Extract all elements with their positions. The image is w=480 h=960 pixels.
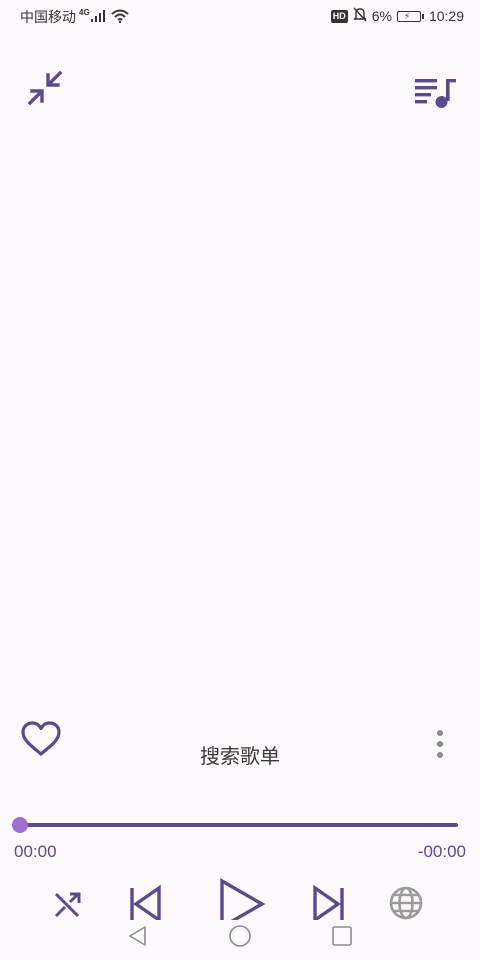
- seek-track: [20, 823, 458, 827]
- charging-bolt-icon: ⚡: [403, 10, 411, 21]
- status-right: HD 6% ⚡ 10:29: [326, 7, 464, 25]
- queue-button[interactable]: [411, 67, 459, 115]
- track-info-row: 搜索歌单: [0, 710, 480, 774]
- status-left: 中国移动 4G: [20, 7, 129, 27]
- elapsed-time: 00:00: [14, 842, 57, 861]
- playlist-music-icon: [415, 79, 456, 108]
- carrier-name: 中国移动: [20, 9, 76, 25]
- nav-home-button[interactable]: [224, 920, 256, 952]
- more-options-button[interactable]: [425, 726, 455, 762]
- nav-back-button[interactable]: [122, 920, 154, 952]
- wifi-icon: [111, 9, 129, 26]
- battery-percent: 6%: [371, 8, 392, 24]
- home-circle-icon: [229, 925, 251, 947]
- battery-icon: ⚡: [396, 10, 424, 22]
- remaining-time: -00:00: [417, 842, 466, 861]
- status-bar: 中国移动 4G HD 6% ⚡ 10:29: [0, 0, 480, 34]
- bell-off-icon: [353, 7, 367, 25]
- recent-square-icon: [332, 926, 352, 946]
- track-title: 搜索歌单: [200, 746, 280, 768]
- back-triangle-icon: [129, 926, 146, 946]
- system-nav-bar: [0, 912, 480, 960]
- heart-outline-icon: [21, 721, 61, 756]
- collapse-arrows-icon: [27, 70, 63, 106]
- seek-thumb[interactable]: [12, 817, 28, 833]
- signal-icon: [90, 9, 105, 25]
- collapse-player-button[interactable]: [21, 64, 69, 112]
- seek-bar[interactable]: [12, 815, 458, 835]
- network-type: 4G: [79, 7, 90, 17]
- nav-recent-button[interactable]: [326, 920, 358, 952]
- hd-badge: HD: [330, 9, 348, 23]
- clock-time: 10:29: [428, 8, 464, 24]
- favorite-button[interactable]: [18, 716, 64, 762]
- more-vertical-icon: [437, 730, 443, 758]
